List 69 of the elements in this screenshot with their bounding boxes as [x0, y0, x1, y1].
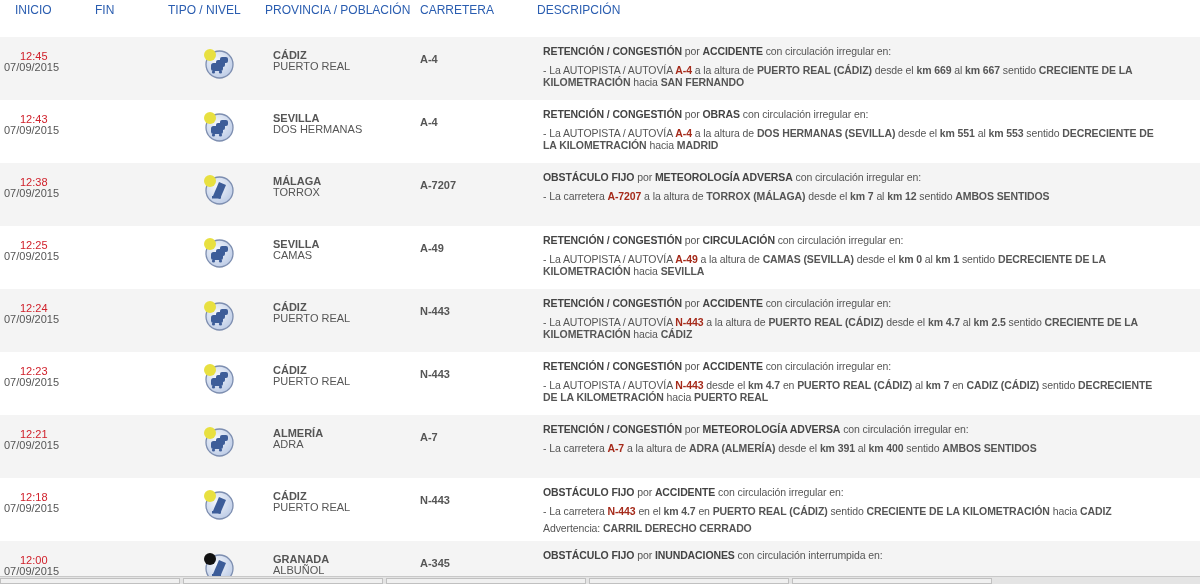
start-date: 07/09/2015 [4, 440, 60, 451]
incident-location: - La AUTOPISTA / AUTOVÍA A-4 a la altura de PUERTO REAL (CÁDIZ) desde el km 669 al km 667 sentido CRECIENTE DE LA KILOMETRACIÓN hacia SAN FERNANDO [543, 64, 1134, 88]
incident-location: - La carretera N-443 en el km 4.7 en PUERTO REAL (CÁDIZ) sentido CRECIENTE DE LA KILOMETRACIÓN hacia CADIZ [543, 505, 1113, 517]
town: PUERTO REAL [273, 61, 351, 72]
town: DOS HERMANAS [273, 124, 363, 135]
incident-title: RETENCIÓN / CONGESTIÓN por CIRCULACIÓN con circulación irregular en: [543, 234, 905, 246]
start-date: 07/09/2015 [4, 377, 60, 388]
incident-location: - La AUTOPISTA / AUTOVÍA A-49 a la altura de CAMAS (SEVILLA) desde el km 0 al km 1 sentido DECRECIENTE DE LA KILOMETRACIÓN hacia SEVILLA [543, 253, 1107, 277]
incident-location: - La carretera A-7 a la altura de ADRA (ALMERÍA) desde el km 391 al km 400 sentido AMBOS SENTIDOS [543, 442, 1038, 454]
start-time: 12:38 [19, 177, 48, 188]
incident-title: RETENCIÓN / CONGESTIÓN por OBRAS con circulación irregular en: [543, 108, 870, 120]
province: CÁDIZ [273, 50, 307, 61]
province: GRANADA [273, 554, 330, 565]
start-time: 12:21 [19, 429, 48, 440]
incident-title: RETENCIÓN / CONGESTIÓN por ACCIDENTE con circulación irregular en: [543, 45, 893, 57]
road-code: A-345 [420, 557, 450, 569]
column-header: INICIO [15, 3, 52, 17]
column-header: CARRETERA [420, 3, 494, 17]
start-time: 12:25 [19, 240, 48, 251]
road-code: A-4 [420, 116, 438, 128]
road-code: N-443 [420, 494, 450, 506]
incident-warning: Advertencia: CARRIL DERECHO CERRADO [543, 522, 753, 534]
start-date: 07/09/2015 [4, 188, 60, 199]
start-time: 12:23 [19, 366, 48, 377]
incident-location: - La AUTOPISTA / AUTOVÍA N-443 desde el km 4.7 en PUERTO REAL (CÁDIZ) al km 7 en CADIZ (CÁDIZ) sentido DECRECIENTE DE LA KILOMETRACIÓN hacia PUERTO REAL [543, 379, 1154, 403]
start-time: 12:00 [19, 555, 48, 566]
start-date: 07/09/2015 [4, 125, 60, 136]
incident-title: RETENCIÓN / CONGESTIÓN por METEOROLOGÍA ADVERSA con circulación irregular en: [543, 423, 970, 435]
road-code: A-49 [420, 242, 444, 254]
road-code: A-7 [420, 431, 438, 443]
province: CÁDIZ [273, 365, 307, 376]
start-time: 12:43 [19, 114, 48, 125]
column-header: TIPO / NIVEL [168, 3, 241, 17]
start-date: 07/09/2015 [4, 251, 60, 262]
province: ALMERÍA [273, 428, 324, 439]
incident-location: - La AUTOPISTA / AUTOVÍA A-4 a la altura de DOS HERMANAS (SEVILLA) desde el km 551 al km 553 sentido DECRECIENTE DE LA KILOMETRACIÓN hacia MADRID [543, 127, 1155, 151]
start-time: 12:24 [19, 303, 48, 314]
road-code: A-4 [420, 53, 438, 65]
column-header: DESCRIPCIÓN [537, 3, 621, 17]
town: CAMAS [273, 250, 313, 261]
start-time: 12:18 [19, 492, 48, 503]
town: PUERTO REAL [273, 502, 351, 513]
start-time: 12:45 [19, 51, 48, 62]
province: SEVILLA [273, 113, 320, 124]
incident-title: OBSTÁCULO FIJO por INUNDACIONES con circulación interrumpida en: [543, 549, 884, 561]
province: CÁDIZ [273, 302, 307, 313]
column-header: PROVINCIA / POBLACIÓN [265, 3, 411, 17]
province: CÁDIZ [273, 491, 307, 502]
start-date: 07/09/2015 [4, 314, 60, 325]
incident-title: OBSTÁCULO FIJO por ACCIDENTE con circulación irregular en: [543, 486, 845, 498]
town: PUERTO REAL [273, 376, 351, 387]
start-date: 07/09/2015 [4, 62, 60, 73]
road-code: N-443 [420, 305, 450, 317]
province: MÁLAGA [273, 176, 322, 187]
road-code: N-443 [420, 368, 450, 380]
start-date: 07/09/2015 [4, 503, 60, 514]
town: ALBUÑOL [273, 565, 325, 576]
start-date: 07/09/2015 [4, 566, 60, 577]
incident-title: RETENCIÓN / CONGESTIÓN por ACCIDENTE con circulación irregular en: [543, 360, 893, 372]
road-code: A-7207 [420, 179, 457, 191]
incident-title: OBSTÁCULO FIJO por METEOROLOGÍA ADVERSA con circulación irregular en: [543, 171, 922, 183]
incident-location: - La AUTOPISTA / AUTOVÍA N-443 a la altura de PUERTO REAL (CÁDIZ) desde el km 4.7 al km 2.5 sentido CRECIENTE DE LA KILOMETRACIÓN hacia CÁDIZ [543, 316, 1139, 340]
town: ADRA [273, 439, 304, 450]
town: TORROX [273, 187, 320, 198]
province: SEVILLA [273, 239, 320, 250]
incident-title: RETENCIÓN / CONGESTIÓN por ACCIDENTE con circulación irregular en: [543, 297, 893, 309]
incident-location: - La carretera A-7207 a la altura de TORROX (MÁLAGA) desde el km 7 al km 12 sentido AMBOS SENTIDOS [543, 190, 1051, 202]
town: PUERTO REAL [273, 313, 351, 324]
column-header: FIN [95, 3, 115, 17]
